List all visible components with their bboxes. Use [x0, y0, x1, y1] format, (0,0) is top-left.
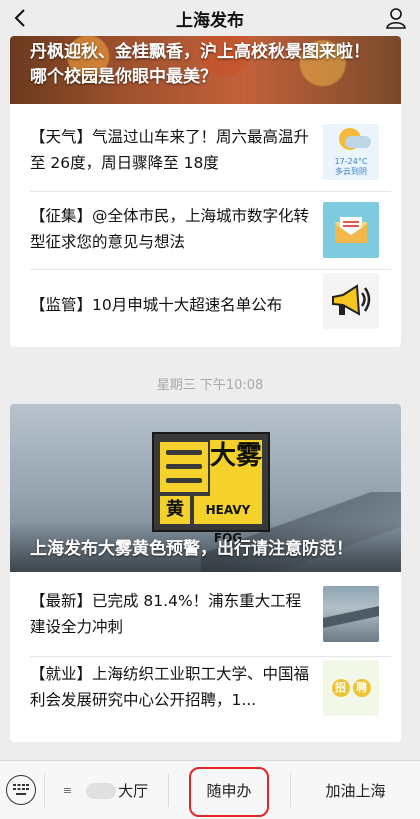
cloud-icon [345, 136, 371, 148]
blurred-text [86, 782, 117, 799]
highway-thumbnail [323, 586, 379, 642]
highway-lane [323, 606, 379, 628]
profile-icon[interactable] [382, 4, 410, 32]
page-title: 上海发布 [176, 10, 244, 31]
menu-label: 加油上海 [325, 782, 386, 800]
fog-warning-sign: 大雾 黄 HEAVY FOG [152, 432, 270, 545]
bottom-menu-bar: ≡ 大厅 随申办 加油上海 [0, 760, 420, 819]
timestamp: 星期三 下午10:08 [156, 378, 264, 393]
article-card: 大雾 黄 HEAVY FOG 上海发布大雾黄色预警，出行请注意防范！ 【最新】已… [10, 404, 401, 742]
menu-item-hall[interactable]: ≡ 大厅 [44, 761, 167, 819]
article-item-construction[interactable]: 【最新】已完成 81.4%！浦东重大工程建设全力冲刺 [10, 572, 401, 657]
envelope-icon [323, 202, 379, 258]
menu-label: 大厅 [118, 782, 149, 800]
keyboard-icon[interactable] [6, 775, 36, 805]
article-title: 【天气】气温过山车来了！周六最高温升至 26度，周日骤降至 18度 [30, 128, 310, 172]
menu-list-icon: ≡ [62, 784, 73, 797]
menu-item-suishenban[interactable]: 随申办 [169, 761, 289, 819]
recruit-char: 聘 [352, 679, 371, 697]
highlight-outline [189, 767, 269, 817]
weather-desc: 多云到阴 [335, 167, 367, 176]
menu-item-jiayou[interactable]: 加油上海 [291, 761, 420, 819]
recruit-thumbnail: 招 聘 [323, 660, 379, 716]
sign-color-text: 黄 [160, 496, 190, 524]
weather-temp: 17-24°C [334, 157, 368, 166]
article-item-speeding[interactable]: 【监管】10月申城十大超速名单公布 [10, 270, 401, 347]
top-bar: 上海发布 [0, 0, 420, 36]
article-title: 【征集】@全体市民，上海城市数字化转型征求您的意见与想法 [30, 207, 310, 251]
hero-article[interactable]: 丹枫迎秋、金桂飘香，沪上高校秋景图来啦！哪个校园是你眼中最美？ [10, 36, 401, 104]
back-icon[interactable] [6, 4, 34, 32]
article-title: 【监管】10月申城十大超速名单公布 [30, 296, 283, 314]
article-item-jobs[interactable]: 【就业】上海纺织工业职工大学、中国福利会发展研究中心公开招聘，1... 招 聘 [10, 657, 401, 742]
article-card: 丹枫迎秋、金桂飘香，沪上高校秋景图来啦！哪个校园是你眼中最美？ 【天气】气温过山… [10, 36, 401, 347]
fog-lines-icon [160, 442, 208, 492]
megaphone-icon [323, 273, 379, 329]
article-title: 【就业】上海纺织工业职工大学、中国福利会发展研究中心公开招聘，1... [30, 665, 310, 709]
article-item-weather[interactable]: 【天气】气温过山车来了！周六最高温升至 26度，周日骤降至 18度 17-24°… [10, 114, 401, 192]
weather-thumbnail: 17-24°C 多云到阴 [323, 124, 379, 180]
article-title: 【最新】已完成 81.4%！浦东重大工程建设全力冲刺 [30, 592, 302, 636]
hero-caption: 上海发布大雾黄色预警，出行请注意防范！ [10, 522, 401, 572]
sign-english-text: HEAVY FOG [194, 496, 262, 545]
article-item-survey[interactable]: 【征集】@全体市民，上海城市数字化转型征求您的意见与想法 [10, 192, 401, 270]
recruit-char: 招 [331, 679, 350, 697]
hero-caption: 丹枫迎秋、金桂飘香，沪上高校秋景图来啦！哪个校园是你眼中最美？ [30, 42, 370, 87]
hero-article[interactable]: 大雾 黄 HEAVY FOG 上海发布大雾黄色预警，出行请注意防范！ [10, 404, 401, 572]
